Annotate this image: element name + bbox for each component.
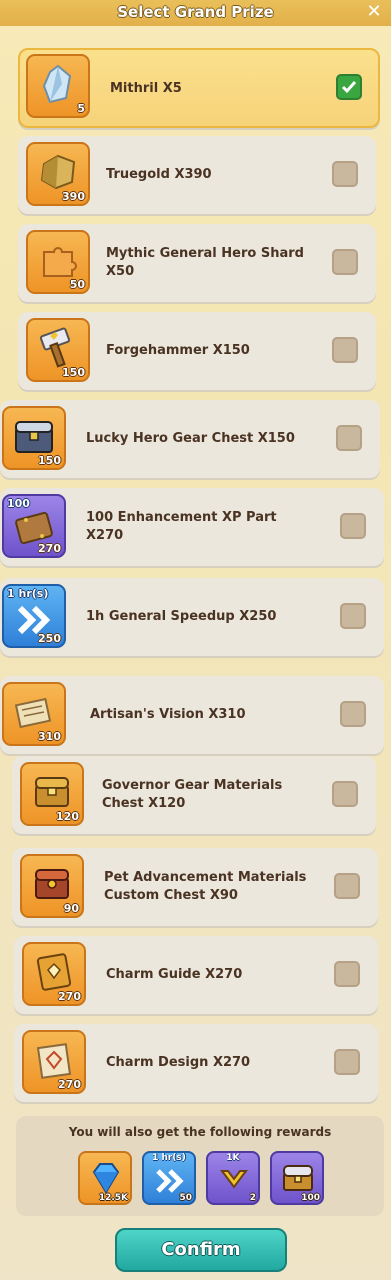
item-quantity: 50 (69, 278, 85, 291)
prize-item-materials-chest[interactable]: 120 Governor Gear Materials Chest X120 (12, 756, 376, 834)
reward-tag: 1K (226, 1153, 240, 1163)
item-quantity: 90 (63, 902, 79, 915)
item-quantity: 310 (38, 730, 61, 743)
prize-item-artisans-vision[interactable]: 310 Artisan's Vision X310 (0, 676, 384, 754)
item-checkbox[interactable] (340, 603, 366, 629)
scroll-map-icon: 310 (2, 682, 66, 746)
item-checkbox[interactable] (336, 74, 362, 100)
item-quantity: 390 (62, 190, 85, 203)
item-checkbox[interactable] (334, 1049, 360, 1075)
reward-quantity: 50 (179, 1193, 192, 1203)
gear-chest-icon: 150 (2, 406, 66, 470)
item-checkbox[interactable] (332, 781, 358, 807)
charm-guide-book-icon: 270 (22, 942, 86, 1006)
item-quantity: 270 (58, 990, 81, 1003)
close-icon[interactable]: ✕ (365, 3, 383, 21)
prize-item-xp-part[interactable]: 100 270 100 Enhancement XP Part X270 (0, 488, 384, 566)
prize-item-forgehammer[interactable]: 150 Forgehammer X150 (18, 312, 376, 390)
prize-item-truegold[interactable]: 390 Truegold X390 (18, 136, 376, 214)
item-label: Charm Design X270 (106, 1055, 251, 1070)
item-quantity: 120 (56, 810, 79, 823)
chevron-badge-icon[interactable]: 1K 2 (206, 1151, 260, 1205)
extra-rewards-panel: You will also get the following rewards … (16, 1116, 384, 1216)
gem-icon[interactable]: 12.5K (78, 1151, 132, 1205)
item-quantity: 150 (62, 366, 85, 379)
prize-item-gear-chest[interactable]: 150 Lucky Hero Gear Chest X150 (0, 400, 380, 478)
hero-shard-icon: 50 (26, 230, 90, 294)
prize-list[interactable]: 5 Mithril X5 390 Truegold X390 50 Mythic… (0, 26, 391, 1121)
reward-quantity: 100 (301, 1193, 320, 1203)
confirm-button[interactable]: Confirm (115, 1228, 287, 1272)
prize-item-charm-guide[interactable]: 270 Charm Guide X270 (14, 936, 378, 1014)
item-label: Artisan's Vision X310 (90, 707, 246, 722)
item-label: Mithril X5 (110, 81, 182, 96)
dialog-header: Select Grand Prize ✕ (0, 0, 391, 26)
charm-design-scroll-icon: 270 (22, 1030, 86, 1094)
prize-item-charm-design[interactable]: 270 Charm Design X270 (14, 1024, 378, 1102)
truegold-ore-icon: 390 (26, 142, 90, 206)
item-quantity: 270 (58, 1078, 81, 1091)
prize-item-speedup[interactable]: 1 hr(s) 250 1h General Speedup X250 (0, 578, 384, 656)
prize-item-hero-shard[interactable]: 50 Mythic General Hero Shard X50 (18, 224, 376, 302)
item-checkbox[interactable] (332, 161, 358, 187)
item-label: Truegold X390 (106, 167, 212, 182)
item-label: Lucky Hero Gear Chest X150 (86, 431, 295, 446)
item-label: Pet Advancement Materials Custom Chest X… (104, 870, 307, 903)
item-checkbox[interactable] (332, 337, 358, 363)
materials-chest-icon: 120 (20, 762, 84, 826)
speedup-icon[interactable]: 1 hr(s) 50 (142, 1151, 196, 1205)
item-label: Charm Guide X270 (106, 967, 243, 982)
rewards-title: You will also get the following rewards (68, 1125, 332, 1139)
item-checkbox[interactable] (334, 961, 360, 987)
treasure-chest-icon[interactable]: 100 (270, 1151, 324, 1205)
item-checkbox[interactable] (340, 513, 366, 539)
forgehammer-icon: 150 (26, 318, 90, 382)
item-checkbox[interactable] (340, 701, 366, 727)
item-label: Governor Gear Materials Chest X120 (102, 778, 283, 811)
item-label: 100 Enhancement XP Part X270 (86, 510, 277, 543)
reward-quantity: 2 (249, 1193, 256, 1203)
item-quantity: 5 (77, 102, 85, 115)
reward-tag: 1 hr(s) (152, 1153, 186, 1163)
item-label: 1h General Speedup X250 (86, 609, 277, 624)
prize-item-pet-chest[interactable]: 90 Pet Advancement Materials Custom Ches… (12, 848, 378, 926)
item-quantity: 150 (38, 454, 61, 467)
item-checkbox[interactable] (332, 249, 358, 275)
item-quantity: 270 (38, 542, 61, 555)
mithril-crystal-icon: 5 (26, 54, 90, 118)
item-label: Mythic General Hero Shard X50 (106, 246, 304, 279)
item-checkbox[interactable] (334, 873, 360, 899)
reward-quantity: 12.5K (98, 1193, 128, 1203)
speedup-icon: 1 hr(s) 250 (2, 584, 66, 648)
item-label: Forgehammer X150 (106, 343, 250, 358)
pet-chest-icon: 90 (20, 854, 84, 918)
prize-item-mithril[interactable]: 5 Mithril X5 (18, 48, 380, 128)
item-checkbox[interactable] (336, 425, 362, 451)
xp-part-icon: 100 270 (2, 494, 66, 558)
dialog-title: Select Grand Prize (117, 3, 274, 21)
item-quantity: 250 (38, 632, 61, 645)
